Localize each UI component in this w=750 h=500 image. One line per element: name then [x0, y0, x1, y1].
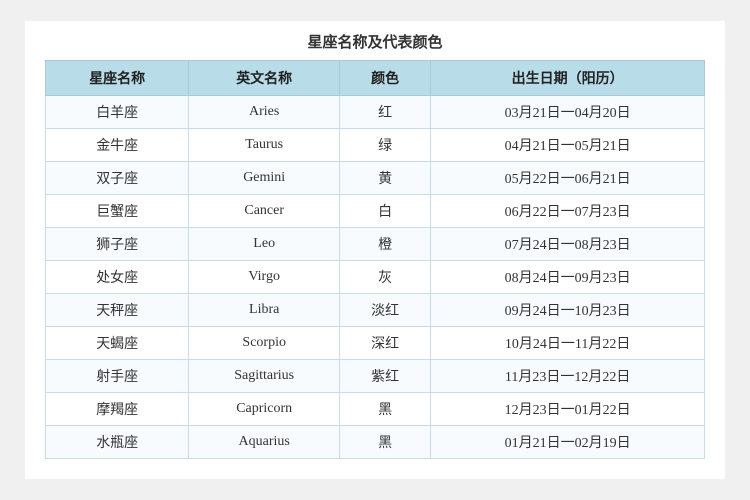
cell-english: Leo [189, 228, 340, 261]
cell-english: Taurus [189, 129, 340, 162]
cell-date: 09月24日一10月23日 [431, 294, 705, 327]
cell-date: 05月22日一06月21日 [431, 162, 705, 195]
cell-english: Cancer [189, 195, 340, 228]
main-container: 星座名称及代表颜色 星座名称 英文名称 颜色 出生日期（阳历） 白羊座Aries… [25, 21, 725, 479]
cell-english: Scorpio [189, 327, 340, 360]
col-header-color: 颜色 [340, 61, 431, 96]
table-row: 狮子座Leo橙07月24日一08月23日 [46, 228, 705, 261]
cell-chinese: 射手座 [46, 360, 189, 393]
cell-color: 橙 [340, 228, 431, 261]
cell-english: Capricorn [189, 393, 340, 426]
cell-date: 11月23日一12月22日 [431, 360, 705, 393]
cell-english: Gemini [189, 162, 340, 195]
cell-date: 07月24日一08月23日 [431, 228, 705, 261]
cell-date: 10月24日一11月22日 [431, 327, 705, 360]
cell-color: 深红 [340, 327, 431, 360]
cell-english: Sagittarius [189, 360, 340, 393]
cell-color: 淡红 [340, 294, 431, 327]
cell-date: 08月24日一09月23日 [431, 261, 705, 294]
cell-english: Libra [189, 294, 340, 327]
cell-chinese: 摩羯座 [46, 393, 189, 426]
cell-color: 紫红 [340, 360, 431, 393]
page-title: 星座名称及代表颜色 [45, 31, 705, 52]
col-header-english: 英文名称 [189, 61, 340, 96]
cell-color: 黑 [340, 393, 431, 426]
cell-date: 03月21日一04月20日 [431, 96, 705, 129]
cell-color: 黑 [340, 426, 431, 459]
cell-chinese: 双子座 [46, 162, 189, 195]
cell-english: Aries [189, 96, 340, 129]
cell-chinese: 狮子座 [46, 228, 189, 261]
cell-chinese: 处女座 [46, 261, 189, 294]
cell-color: 灰 [340, 261, 431, 294]
table-row: 天秤座Libra淡红09月24日一10月23日 [46, 294, 705, 327]
cell-chinese: 金牛座 [46, 129, 189, 162]
cell-color: 红 [340, 96, 431, 129]
table-row: 白羊座Aries红03月21日一04月20日 [46, 96, 705, 129]
table-row: 摩羯座Capricorn黑12月23日一01月22日 [46, 393, 705, 426]
cell-date: 12月23日一01月22日 [431, 393, 705, 426]
table-row: 金牛座Taurus绿04月21日一05月21日 [46, 129, 705, 162]
table-row: 水瓶座Aquarius黑01月21日一02月19日 [46, 426, 705, 459]
table-header-row: 星座名称 英文名称 颜色 出生日期（阳历） [46, 61, 705, 96]
cell-date: 01月21日一02月19日 [431, 426, 705, 459]
cell-chinese: 水瓶座 [46, 426, 189, 459]
col-header-date: 出生日期（阳历） [431, 61, 705, 96]
cell-chinese: 巨蟹座 [46, 195, 189, 228]
col-header-chinese: 星座名称 [46, 61, 189, 96]
table-row: 巨蟹座Cancer白06月22日一07月23日 [46, 195, 705, 228]
table-row: 天蝎座Scorpio深红10月24日一11月22日 [46, 327, 705, 360]
cell-chinese: 天秤座 [46, 294, 189, 327]
table-row: 处女座Virgo灰08月24日一09月23日 [46, 261, 705, 294]
cell-chinese: 白羊座 [46, 96, 189, 129]
cell-date: 06月22日一07月23日 [431, 195, 705, 228]
cell-chinese: 天蝎座 [46, 327, 189, 360]
cell-english: Aquarius [189, 426, 340, 459]
cell-english: Virgo [189, 261, 340, 294]
table-row: 射手座Sagittarius紫红11月23日一12月22日 [46, 360, 705, 393]
cell-color: 黄 [340, 162, 431, 195]
cell-color: 白 [340, 195, 431, 228]
cell-date: 04月21日一05月21日 [431, 129, 705, 162]
zodiac-table: 星座名称 英文名称 颜色 出生日期（阳历） 白羊座Aries红03月21日一04… [45, 60, 705, 459]
cell-color: 绿 [340, 129, 431, 162]
table-row: 双子座Gemini黄05月22日一06月21日 [46, 162, 705, 195]
